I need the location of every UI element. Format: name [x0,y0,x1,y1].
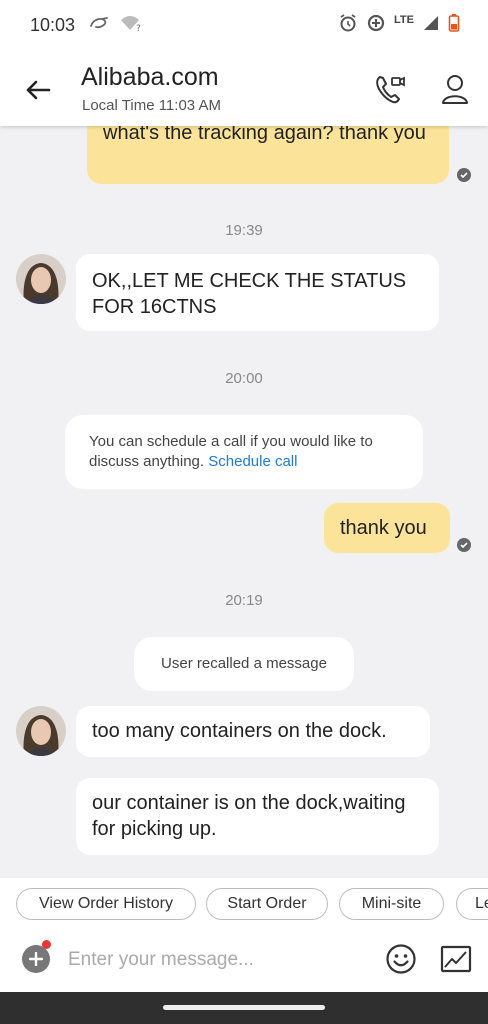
outgoing-message[interactable]: what's the tracking again? thank you [87,126,449,184]
image-button[interactable] [439,943,473,975]
battery-low-icon [448,13,460,38]
read-receipt-icon [457,538,471,552]
message-text: too many containers on the dock. [92,720,387,742]
message-text: thank you [340,517,427,539]
status-bar: 10:03 ? LTE [0,0,488,52]
quick-actions-bar[interactable]: View Order History Start Order Mini-site… [0,878,488,934]
incoming-message[interactable]: too many containers on the dock. [76,706,430,757]
alarm-icon [338,13,358,38]
message-text: OK,,LET ME CHECK THE STATUS FOR 16CTNS [92,270,407,318]
home-gesture-handle[interactable] [163,1005,325,1010]
profile-button[interactable] [436,70,474,108]
back-button[interactable] [20,72,56,108]
incoming-message[interactable]: our container is on the dock,waiting for… [76,778,439,855]
message-text: what's the tracking again? thank you [103,126,426,144]
incoming-message[interactable]: OK,,LET ME CHECK THE STATUS FOR 16CTNS [76,254,439,331]
timestamp: 19:39 [225,222,263,239]
profile-icon [442,75,468,104]
message-input[interactable] [68,944,368,976]
message-text: our container is on the dock,waiting for… [92,792,406,840]
emoji-button[interactable] [384,942,418,976]
recalled-message-notice: User recalled a message [134,637,354,691]
notice-text: User recalled a message [161,655,327,672]
video-call-button[interactable] [372,70,410,108]
svg-text:?: ? [136,24,141,32]
read-receipt-icon [457,168,471,182]
add-attachment-button[interactable] [22,945,50,973]
chat-title: Alibaba.com [81,63,219,91]
alibaba-logo-icon [88,15,110,36]
view-order-history-chip[interactable]: View Order History [16,888,196,920]
schedule-call-notice: You can schedule a call if you would lik… [65,415,423,489]
outgoing-message[interactable]: thank you [324,503,450,553]
image-icon [440,945,472,973]
timestamp: 20:00 [225,370,263,387]
mini-site-chip[interactable]: Mini-site [339,888,444,920]
message-input-bar [0,934,488,992]
local-time-label: Local Time 11:03 AM [82,97,221,114]
plus-icon [29,952,43,966]
network-type-label: LTE [394,13,414,26]
data-saver-icon [366,13,386,38]
emoji-icon [386,944,416,974]
signal-icon [422,14,440,37]
timestamp: 20:19 [225,592,263,609]
schedule-call-link[interactable]: Schedule call [208,453,297,470]
wifi-unknown-icon: ? [120,14,142,37]
system-nav-bar [0,992,488,1024]
video-call-icon [376,76,405,104]
notification-dot [42,940,51,949]
start-order-chip[interactable]: Start Order [206,888,328,920]
sender-avatar[interactable] [16,706,66,756]
back-arrow-icon [26,80,51,100]
chat-header: Alibaba.com Local Time 11:03 AM [0,52,488,126]
status-time: 10:03 [30,15,76,35]
chat-messages[interactable]: what's the tracking again? thank you 19:… [0,126,488,878]
more-action-chip[interactable]: Le [456,888,488,920]
sender-avatar[interactable] [16,254,66,304]
